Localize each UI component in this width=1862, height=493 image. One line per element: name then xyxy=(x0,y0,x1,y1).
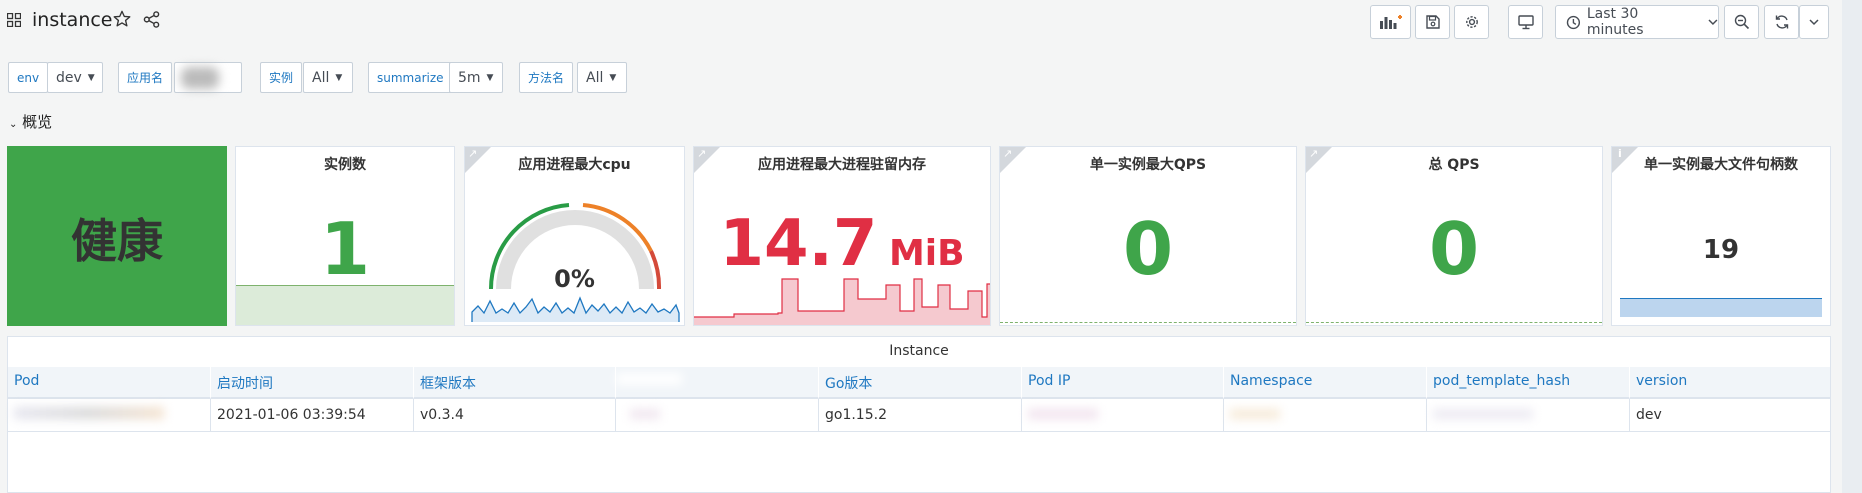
cpu-panel[interactable]: ↗ 应用进程最大cpu 0% xyxy=(464,146,685,326)
chevron-down-icon: ▼ xyxy=(335,72,343,83)
zoom-out-button[interactable] xyxy=(1724,5,1759,39)
chevron-down-icon: ▼ xyxy=(486,72,494,83)
sparkline-line xyxy=(1306,322,1602,323)
variable-value-env: dev xyxy=(56,69,82,86)
table-cell xyxy=(8,399,211,432)
total-qps-panel[interactable]: ↗ 总 QPS 0 xyxy=(1305,146,1603,326)
redacted-cell xyxy=(14,407,164,419)
chevron-down-icon: ▼ xyxy=(87,72,95,83)
health-status: 健康 xyxy=(71,214,163,268)
settings-button[interactable] xyxy=(1454,5,1489,39)
gear-icon xyxy=(1465,16,1478,28)
time-range-picker[interactable]: Last 30 minutes xyxy=(1555,5,1719,39)
memory-unit: MiB xyxy=(888,233,965,274)
instances-value: 1 xyxy=(319,207,371,291)
memory-value-wrapper: 14.7 MiB xyxy=(694,207,990,281)
chevron-down-icon xyxy=(1809,18,1819,25)
top-navbar: instance Last 30 minutes xyxy=(0,0,1862,44)
memory-panel[interactable]: ↗ 应用进程最大进程驻留内存 14.7 MiB xyxy=(693,146,991,326)
panel-title: 单一实例最大文件句柄数 xyxy=(1644,157,1798,173)
refresh-button[interactable] xyxy=(1764,5,1799,39)
variable-value-summarize: 5m xyxy=(458,69,481,86)
star-icon[interactable] xyxy=(113,10,131,28)
total-qps-value: 0 xyxy=(1428,207,1480,291)
panel-title: 总 QPS xyxy=(1428,157,1480,173)
table-cell: v0.3.4 xyxy=(414,399,616,432)
cpu-value: 0% xyxy=(554,265,595,293)
variable-select-env[interactable]: dev ▼ xyxy=(47,62,103,93)
table-cell xyxy=(1022,399,1224,432)
zoom-out-icon xyxy=(1734,14,1749,30)
redacted-cell xyxy=(1028,409,1098,419)
variable-select-app[interactable] xyxy=(174,62,242,93)
table-cell: 2021-01-06 03:39:54 xyxy=(211,399,414,432)
add-panel-icon xyxy=(1379,15,1402,29)
panel-title: 实例数 xyxy=(324,157,366,173)
redacted-cell xyxy=(630,409,660,419)
column-header[interactable]: version xyxy=(1630,367,1830,399)
instances-panel[interactable]: 实例数 1 xyxy=(235,146,455,326)
sparkline-area xyxy=(1620,298,1822,317)
cpu-gauge xyxy=(471,203,680,322)
variable-select-method[interactable]: All ▼ xyxy=(577,62,627,93)
share-icon[interactable] xyxy=(143,11,160,28)
variable-value-instance: All xyxy=(312,69,330,86)
redacted-cell xyxy=(1433,409,1533,419)
row-collapse-toggle[interactable]: ⌄ 概览 xyxy=(9,111,52,132)
chevron-down-icon xyxy=(1708,19,1718,25)
add-panel-button[interactable] xyxy=(1370,5,1411,39)
time-range-label: Last 30 minutes xyxy=(1586,6,1644,38)
panel-title: 单一实例最大QPS xyxy=(1089,157,1207,173)
variable-label-app: 应用名 xyxy=(118,62,173,93)
dashboard-grid-icon[interactable] xyxy=(7,13,21,27)
table-cell xyxy=(1224,399,1427,432)
column-header[interactable] xyxy=(616,367,819,399)
variable-value-method: All xyxy=(586,69,604,86)
max-qps-value: 0 xyxy=(1122,207,1174,291)
dashboard-title[interactable]: instance xyxy=(32,9,113,31)
redacted-cell xyxy=(1230,409,1280,419)
instance-table-panel: Instance Pod 启动时间 框架版本 Go版本 Pod IP Names… xyxy=(7,336,1831,493)
table-cell xyxy=(616,399,819,432)
max-fd-panel[interactable]: i 单一实例最大文件句柄数 19 xyxy=(1611,146,1831,326)
column-header[interactable]: 框架版本 xyxy=(414,367,616,399)
cpu-sparkline xyxy=(471,296,680,322)
health-panel[interactable]: 健康 xyxy=(7,146,227,326)
view-mode-button[interactable] xyxy=(1508,5,1543,39)
column-header[interactable]: Pod IP xyxy=(1022,367,1224,399)
memory-value: 14.7 xyxy=(719,207,878,281)
variable-select-instance[interactable]: All ▼ xyxy=(303,62,353,93)
table-cell: dev xyxy=(1630,399,1830,432)
column-header[interactable]: Namespace xyxy=(1224,367,1427,399)
chevron-down-icon: ⌄ xyxy=(9,119,18,130)
table-cell xyxy=(1427,399,1630,432)
refresh-icon xyxy=(1775,15,1788,29)
save-dashboard-button[interactable] xyxy=(1415,5,1450,39)
column-header[interactable]: 启动时间 xyxy=(211,367,414,399)
variable-label-env: env xyxy=(8,62,49,93)
sparkline-line xyxy=(1000,322,1296,323)
variable-value-app-redacted xyxy=(181,66,219,89)
save-icon xyxy=(1425,15,1440,29)
clock-icon xyxy=(1566,15,1581,29)
column-header[interactable]: pod_template_hash xyxy=(1427,367,1630,399)
max-qps-panel[interactable]: ↗ 单一实例最大QPS 0 xyxy=(999,146,1297,326)
redacted-header xyxy=(616,373,682,385)
page-scrollbar[interactable] xyxy=(1842,0,1862,493)
variable-label-method: 方法名 xyxy=(519,62,574,93)
variable-label-summarize: summarize xyxy=(368,62,453,93)
sparkline-area xyxy=(236,285,454,325)
table-title: Instance xyxy=(889,343,949,359)
table-cell: go1.15.2 xyxy=(819,399,1022,432)
variable-select-summarize[interactable]: 5m ▼ xyxy=(449,62,503,93)
refresh-interval-dropdown[interactable] xyxy=(1799,5,1829,39)
monitor-icon xyxy=(1517,14,1534,29)
chevron-down-icon: ▼ xyxy=(609,72,617,83)
column-header[interactable]: Go版本 xyxy=(819,367,1022,399)
max-fd-value: 19 xyxy=(1702,235,1740,265)
column-header[interactable]: Pod xyxy=(8,367,211,399)
variable-label-instance: 实例 xyxy=(260,62,303,93)
row-title: 概览 xyxy=(22,113,53,131)
